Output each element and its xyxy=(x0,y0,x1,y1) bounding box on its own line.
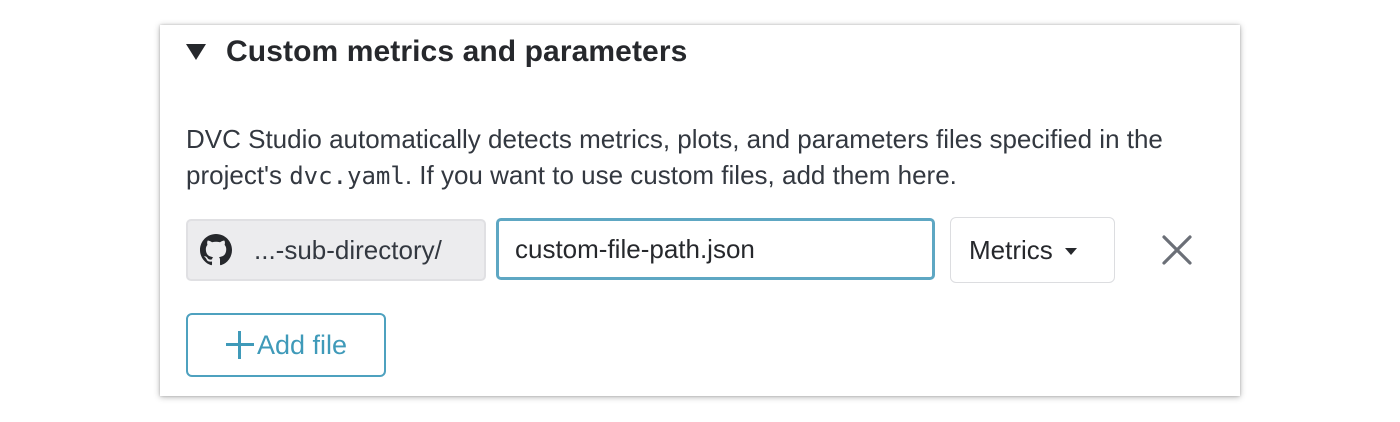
remove-file-button[interactable] xyxy=(1156,229,1198,271)
section-toggle[interactable]: Custom metrics and parameters xyxy=(186,31,687,73)
plus-icon xyxy=(225,330,255,360)
github-icon xyxy=(200,234,232,266)
file-type-select[interactable]: Metrics xyxy=(950,217,1115,283)
description-text: DVC Studio automatically detects metrics… xyxy=(186,121,1226,194)
file-type-label: Metrics xyxy=(969,234,1053,265)
repo-path-prefix: ...-sub-directory/ xyxy=(186,219,486,281)
caret-down-icon xyxy=(186,44,206,60)
file-path-input[interactable] xyxy=(496,218,935,280)
chevron-down-icon xyxy=(1064,248,1077,255)
dvc-yaml-code: dvc.yaml xyxy=(289,162,405,190)
description-after-code: . If you want to use custom files, add t… xyxy=(404,160,957,190)
close-icon xyxy=(1162,235,1192,265)
custom-file-row: ...-sub-directory/ Metrics xyxy=(186,217,1226,283)
add-file-button[interactable]: Add file xyxy=(186,313,386,377)
custom-files-panel: Custom metrics and parameters DVC Studio… xyxy=(160,25,1240,396)
section-title: Custom metrics and parameters xyxy=(226,35,688,68)
repo-prefix-text: ...-sub-directory/ xyxy=(254,234,442,265)
add-file-label: Add file xyxy=(256,329,348,360)
